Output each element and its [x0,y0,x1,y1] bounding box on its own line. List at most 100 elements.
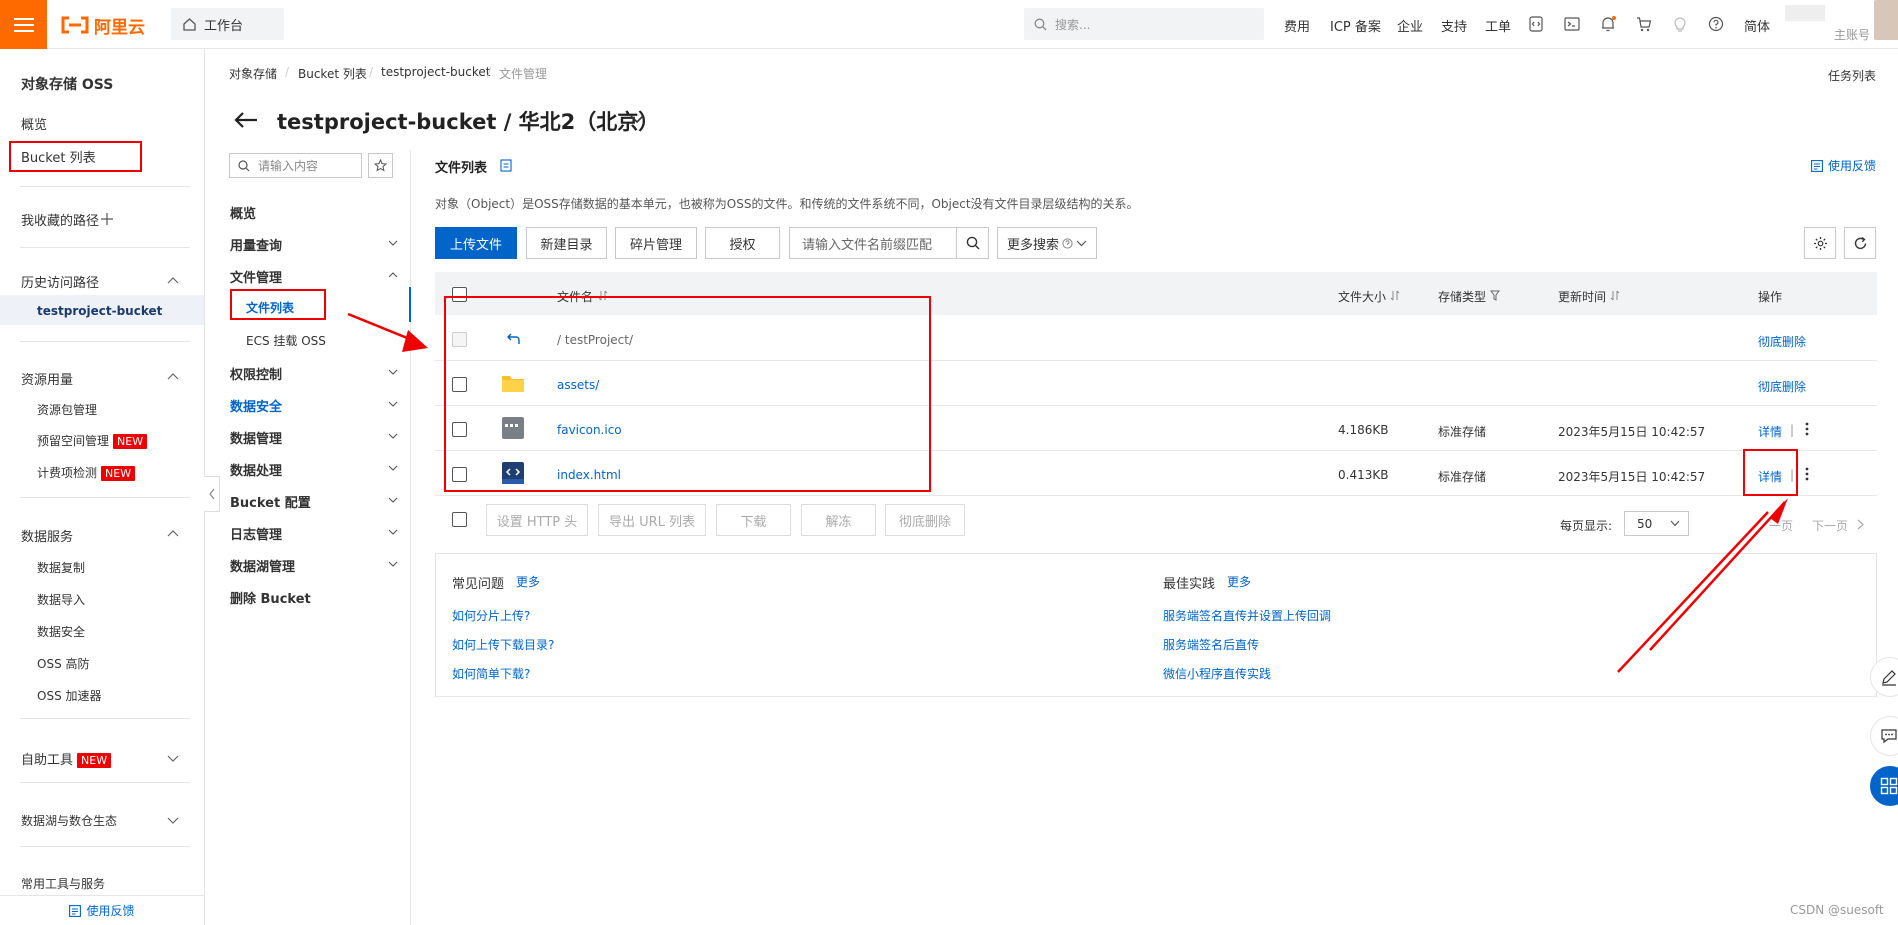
faq-item[interactable]: 如何简单下载? [452,665,530,682]
upload-button[interactable]: 上传文件 [435,227,517,259]
details-link[interactable]: 详情 [1758,423,1782,440]
nav-resource-pack[interactable]: 资源包管理 [37,401,97,418]
faq-item[interactable]: 如何上传下载目录? [452,636,554,653]
chevron-up-icon[interactable] [167,275,179,287]
top-link-support[interactable]: 支持 [1441,16,1467,35]
prefix-search-button[interactable] [956,227,989,259]
apps-float-button[interactable] [1870,766,1898,806]
chevron-down-icon[interactable] [387,526,399,538]
nav-self-tools[interactable]: 自助工具 NEW [21,749,112,768]
bucket-nav-file-mgmt[interactable]: 文件管理 [230,267,282,286]
breadcrumb-bucket-list[interactable]: Bucket 列表 [298,65,367,82]
bell-icon[interactable] [1598,14,1618,34]
chevron-down-icon[interactable] [387,462,399,474]
best-practice-item[interactable]: 微信小程序直传实践 [1163,665,1271,682]
unfreeze-button[interactable]: 解冻 [801,504,876,536]
top-link-enterprise[interactable]: 企业 [1397,16,1423,35]
settings-button[interactable] [1804,227,1836,259]
top-link-ticket[interactable]: 工单 [1485,16,1511,35]
chat-float-button[interactable] [1870,716,1898,756]
breadcrumb-bucket[interactable]: testproject-bucket [381,65,490,79]
lightbulb-icon[interactable] [1670,14,1690,34]
top-link-fees[interactable]: 费用 [1284,16,1310,35]
account-label[interactable]: 主账号 [1834,26,1870,43]
nav-favorites[interactable]: 我收藏的路径 [21,210,99,229]
avatar[interactable] [1874,0,1898,40]
menu-icon[interactable] [0,0,47,49]
nav-oss-accelerator[interactable]: OSS 加速器 [37,687,102,704]
chevron-up-icon[interactable] [387,269,399,281]
more-search-button[interactable]: 更多搜索 [997,227,1097,259]
next-page-button[interactable]: 下一页 [1812,517,1848,534]
nav-history[interactable]: 历史访问路径 [21,272,99,291]
best-practice-more-link[interactable]: 更多 [1227,573,1251,590]
bucket-nav-access-control[interactable]: 权限控制 [230,364,282,383]
bucket-nav-delete-bucket[interactable]: 删除 Bucket [230,588,311,607]
bucket-nav-data-processing[interactable]: 数据处理 [230,460,282,479]
prev-page-button[interactable]: 一页 [1769,517,1793,534]
nav-bucket-list[interactable]: Bucket 列表 [21,147,96,166]
export-url-button[interactable]: 导出 URL 列表 [598,504,706,536]
nav-billing-check[interactable]: 计费项检测 NEW [37,464,136,481]
bucket-nav-search-input[interactable]: 请输入内容 [229,153,362,178]
file-name-favicon[interactable]: favicon.ico [557,423,622,437]
refresh-button[interactable] [1844,227,1876,259]
chevron-down-icon[interactable] [167,752,179,764]
col-header-size[interactable]: 文件大小 [1338,288,1386,305]
new-dir-button[interactable]: 新建目录 [526,227,607,259]
row-checkbox[interactable] [452,467,467,482]
chevron-down-icon[interactable] [387,558,399,570]
nav-reserved-space[interactable]: 预留空间管理 NEW [37,432,148,449]
favorite-star-button[interactable] [368,153,393,178]
workbench-button[interactable]: 工作台 [171,8,284,40]
terminal-icon[interactable] [1562,14,1582,34]
back-arrow-icon[interactable] [233,110,259,130]
nav-data-security[interactable]: 数据安全 [37,623,85,640]
breadcrumb-oss[interactable]: 对象存储 [229,65,277,82]
chevron-right-icon[interactable] [1857,519,1864,530]
set-http-header-button[interactable]: 设置 HTTP 头 [486,504,588,536]
row-checkbox[interactable] [452,422,467,437]
chevron-down-icon[interactable] [387,430,399,442]
bucket-nav-data-mgmt[interactable]: 数据管理 [230,428,282,447]
row-checkbox[interactable] [452,377,467,392]
file-name-assets[interactable]: assets/ [557,378,599,392]
more-vertical-icon[interactable] [1804,421,1810,437]
select-all-checkbox[interactable] [452,287,467,302]
language-switch[interactable]: 简体 [1744,16,1770,35]
parent-delete-link[interactable]: 彻底删除 [1758,333,1806,350]
bucket-nav-data-security[interactable]: 数据安全 [230,396,282,415]
content-feedback-link[interactable]: 使用反馈 [1811,157,1876,174]
bucket-nav-overview[interactable]: 概览 [230,203,256,222]
chevron-down-icon[interactable] [387,398,399,410]
nav-data-import[interactable]: 数据导入 [37,591,85,608]
region-chevron-down-icon[interactable] [629,113,645,125]
chevron-down-icon[interactable] [387,366,399,378]
bucket-nav-bucket-config[interactable]: Bucket 配置 [230,492,311,511]
authorize-button[interactable]: 授权 [705,227,780,259]
nav-data-lake[interactable]: 数据湖与数仓生态 [21,812,117,829]
bucket-nav-log-mgmt[interactable]: 日志管理 [230,524,282,543]
best-practice-item[interactable]: 服务端签名后直传 [1163,636,1259,653]
return-parent-icon[interactable] [505,332,521,346]
fragment-mgmt-button[interactable]: 碎片管理 [615,227,697,259]
nav-overview[interactable]: 概览 [21,114,47,133]
add-favorite-icon[interactable] [101,213,113,225]
left-feedback-button[interactable]: 使用反馈 [0,895,204,925]
chevron-down-icon[interactable] [387,237,399,249]
nav-data-replication[interactable]: 数据复制 [37,559,85,576]
code-icon[interactable] [1526,14,1546,34]
history-item-bucket[interactable]: testproject-bucket [37,304,162,318]
chevron-up-icon[interactable] [167,528,179,540]
bucket-nav-data-lake[interactable]: 数据湖管理 [230,556,295,575]
more-vertical-icon[interactable] [1804,466,1810,482]
nav-data-service[interactable]: 数据服务 [21,526,73,545]
chevron-down-icon[interactable] [167,814,179,826]
parent-dir-path[interactable]: / testProject/ [557,333,633,347]
best-practice-item[interactable]: 服务端签名直传并设置上传回调 [1163,607,1331,624]
sort-icon[interactable] [1610,290,1620,301]
task-list-link[interactable]: 任务列表 [1828,67,1876,84]
global-search-input[interactable]: 搜索... [1024,8,1264,40]
cart-icon[interactable] [1634,14,1654,34]
nav-common-tools[interactable]: 常用工具与服务 [21,875,105,892]
